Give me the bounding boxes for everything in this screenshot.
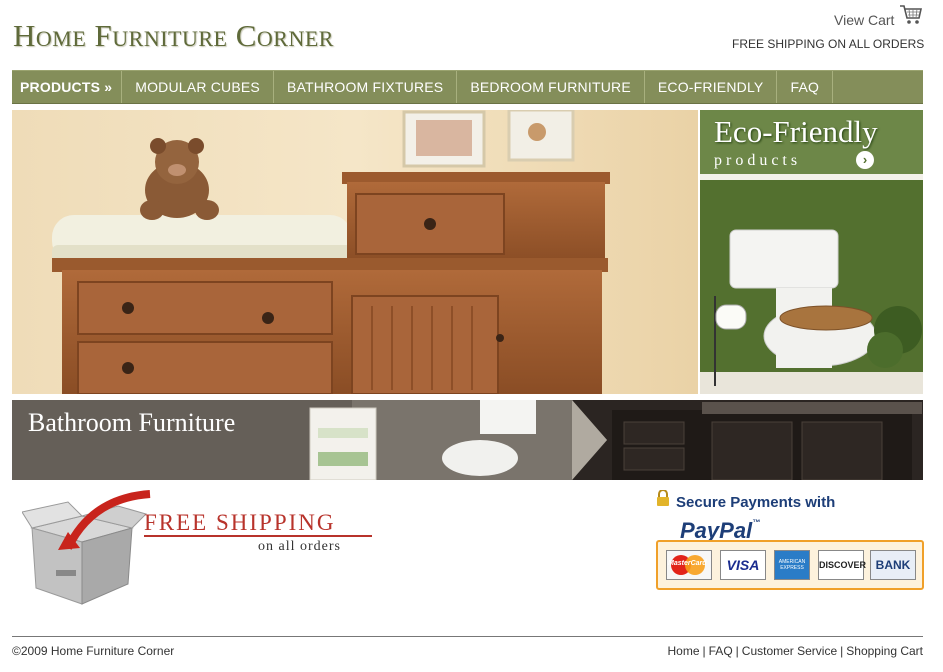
- discover-icon: DISCOVER: [818, 550, 866, 580]
- hero-banner-dresser[interactable]: [12, 110, 698, 394]
- lock-icon: [657, 490, 669, 506]
- site-logo[interactable]: Home Furniture Corner: [13, 18, 334, 54]
- dresser-illustration: [12, 110, 698, 394]
- free-shipping-title: FREE SHIPPING: [144, 510, 336, 535]
- free-shipping-promo[interactable]: FREE SHIPPING on all orders: [22, 488, 382, 608]
- view-cart-link[interactable]: View Cart: [834, 12, 894, 28]
- footer-link-home[interactable]: Home: [668, 644, 700, 658]
- free-shipping-rule: [144, 535, 372, 537]
- footer-link-customer-service[interactable]: Customer Service: [742, 644, 837, 658]
- main-nav: PRODUCTS » MODULAR CUBES BATHROOM FIXTUR…: [12, 70, 923, 104]
- chevron-right-icon[interactable]: ›: [856, 151, 874, 169]
- nav-item-eco-friendly[interactable]: ECO-FRIENDLY: [645, 71, 778, 103]
- footer-divider: [12, 636, 923, 637]
- nav-item-modular-cubes[interactable]: MODULAR CUBES: [122, 71, 274, 103]
- bathroom-furniture-banner[interactable]: Bathroom Furniture: [12, 400, 923, 480]
- shipping-box-icon: [22, 490, 151, 605]
- payment-cards-strip: MasterCard VISA AMERICAN EXPRESS DISCOVE…: [656, 540, 924, 590]
- secure-payments-heading: Secure Payments with: [676, 494, 836, 511]
- paypal-trademark: ™: [752, 518, 761, 527]
- secure-payments-panel: Secure Payments with PayPal™ MasterCard …: [654, 488, 926, 593]
- amex-icon: AMERICAN EXPRESS: [774, 550, 810, 580]
- footer-link-shopping-cart[interactable]: Shopping Cart: [846, 644, 923, 658]
- footer-separator: |: [702, 644, 706, 658]
- footer-separator: |: [735, 644, 739, 658]
- eco-friendly-banner[interactable]: Eco-Friendly products ›: [700, 110, 923, 394]
- cart-icon[interactable]: [899, 4, 923, 26]
- mastercard-label: MasterCard: [668, 560, 707, 567]
- footer-separator: |: [840, 644, 844, 658]
- copyright-text: ©2009 Home Furniture Corner: [12, 644, 175, 658]
- free-shipping-subtitle: on all orders: [258, 539, 341, 554]
- eco-banner-subtitle: products: [714, 152, 802, 169]
- footer-links: Home | FAQ | Customer Service | Shopping Cart: [668, 644, 924, 658]
- visa-icon: VISA: [720, 550, 766, 580]
- free-shipping-note: FREE SHIPPING ON ALL ORDERS: [732, 37, 925, 51]
- footer-link-faq[interactable]: FAQ: [709, 644, 733, 658]
- nav-item-bathroom-fixtures[interactable]: BATHROOM FIXTURES: [274, 71, 458, 103]
- nav-item-faq[interactable]: FAQ: [777, 71, 834, 103]
- bathroom-banner-title: Bathroom Furniture: [28, 408, 236, 437]
- mastercard-icon: MasterCard: [666, 550, 712, 580]
- nav-item-bedroom-furniture[interactable]: BEDROOM FURNITURE: [457, 71, 645, 103]
- nav-item-products[interactable]: PRODUCTS »: [12, 71, 123, 103]
- eco-banner-title: Eco-Friendly: [714, 114, 878, 149]
- bank-icon: BANK: [870, 550, 916, 580]
